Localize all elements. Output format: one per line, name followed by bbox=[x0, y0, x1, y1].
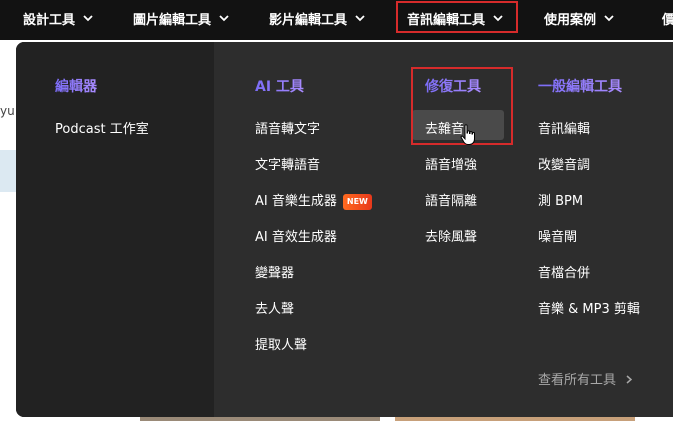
heading-repair-tools: 修復工具 bbox=[425, 76, 481, 96]
nav-video-tools[interactable]: 影片編輯工具 bbox=[269, 0, 365, 36]
menu-item-bpm-finder[interactable]: 測 BPM bbox=[538, 190, 583, 209]
nav-label: 價 bbox=[662, 12, 673, 28]
heading-editor: 編輯器 bbox=[55, 76, 97, 96]
background-strip bbox=[0, 150, 16, 192]
menu-item-text-to-speech[interactable]: 文字轉語音 bbox=[255, 154, 320, 173]
nav-label: 圖片編輯工具 bbox=[133, 12, 212, 28]
nav-label: 設計工具 bbox=[23, 12, 76, 28]
dropdown-left-panel bbox=[16, 42, 214, 417]
nav-pricing[interactable]: 價 bbox=[662, 0, 673, 36]
audio-tools-dropdown: 編輯器 Podcast 工作室 AI 工具 語音轉文字 文字轉語音 AI 音樂生… bbox=[16, 42, 673, 417]
nav-design-tools[interactable]: 設計工具 bbox=[23, 0, 93, 36]
top-nav: 設計工具 圖片編輯工具 影片編輯工具 音訊編輯工具 使用案例 價 bbox=[0, 0, 673, 40]
menu-item-ai-music-generator[interactable]: AI 音樂生成器 NEW bbox=[255, 190, 372, 210]
menu-item-podcast-studio[interactable]: Podcast 工作室 bbox=[55, 118, 149, 137]
menu-item-speech-to-text[interactable]: 語音轉文字 bbox=[255, 118, 320, 137]
chevron-down-icon bbox=[493, 14, 503, 22]
hand-pointer-cursor-icon bbox=[460, 124, 478, 146]
chevron-down-icon bbox=[83, 14, 93, 22]
menu-item-ai-sound-effect-generator[interactable]: AI 音效生成器 bbox=[255, 226, 337, 245]
chevron-down-icon bbox=[219, 14, 229, 22]
menu-item-voice-isolation[interactable]: 語音隔離 bbox=[425, 190, 477, 209]
heading-ai-tools: AI 工具 bbox=[255, 76, 304, 96]
menu-item-wind-noise-removal[interactable]: 去除風聲 bbox=[425, 226, 477, 245]
menu-item-label: AI 音樂生成器 bbox=[255, 194, 337, 209]
chevron-down-icon bbox=[355, 14, 365, 22]
view-all-tools-link[interactable]: 查看所有工具 bbox=[538, 369, 633, 388]
page: yu 設計工具 圖片編輯工具 影片編輯工具 音訊編輯工具 使用案例 價 編輯器 … bbox=[0, 0, 673, 421]
menu-item-pitch-changer[interactable]: 改變音調 bbox=[538, 154, 590, 173]
view-all-label: 查看所有工具 bbox=[538, 373, 617, 388]
menu-item-vocal-remover[interactable]: 去人聲 bbox=[255, 298, 294, 317]
nav-audio-tools[interactable]: 音訊編輯工具 bbox=[407, 0, 503, 36]
menu-item-noise-gate[interactable]: 噪音閘 bbox=[538, 226, 577, 245]
new-badge: NEW bbox=[342, 194, 372, 210]
menu-item-vocal-extractor[interactable]: 提取人聲 bbox=[255, 334, 307, 353]
menu-item-audio-joiner[interactable]: 音檔合併 bbox=[538, 262, 590, 281]
nav-label: 使用案例 bbox=[544, 12, 597, 28]
nav-image-tools[interactable]: 圖片編輯工具 bbox=[133, 0, 229, 36]
menu-item-audio-editor[interactable]: 音訊編輯 bbox=[538, 118, 590, 137]
menu-item-voice-changer[interactable]: 變聲器 bbox=[255, 262, 294, 281]
nav-label: 影片編輯工具 bbox=[269, 12, 348, 28]
menu-item-speech-enhancement[interactable]: 語音增強 bbox=[425, 154, 477, 173]
menu-item-noise-reduction[interactable]: 去雜音 bbox=[425, 118, 464, 137]
chevron-down-icon bbox=[604, 14, 614, 22]
chevron-right-icon bbox=[626, 373, 633, 384]
nav-label: 音訊編輯工具 bbox=[407, 12, 486, 28]
nav-use-cases[interactable]: 使用案例 bbox=[544, 0, 614, 36]
background-text: yu bbox=[0, 104, 15, 118]
menu-item-music-mp3-cutter[interactable]: 音樂 & MP3 剪輯 bbox=[538, 298, 640, 317]
heading-general-tools: 一般編輯工具 bbox=[538, 76, 622, 96]
